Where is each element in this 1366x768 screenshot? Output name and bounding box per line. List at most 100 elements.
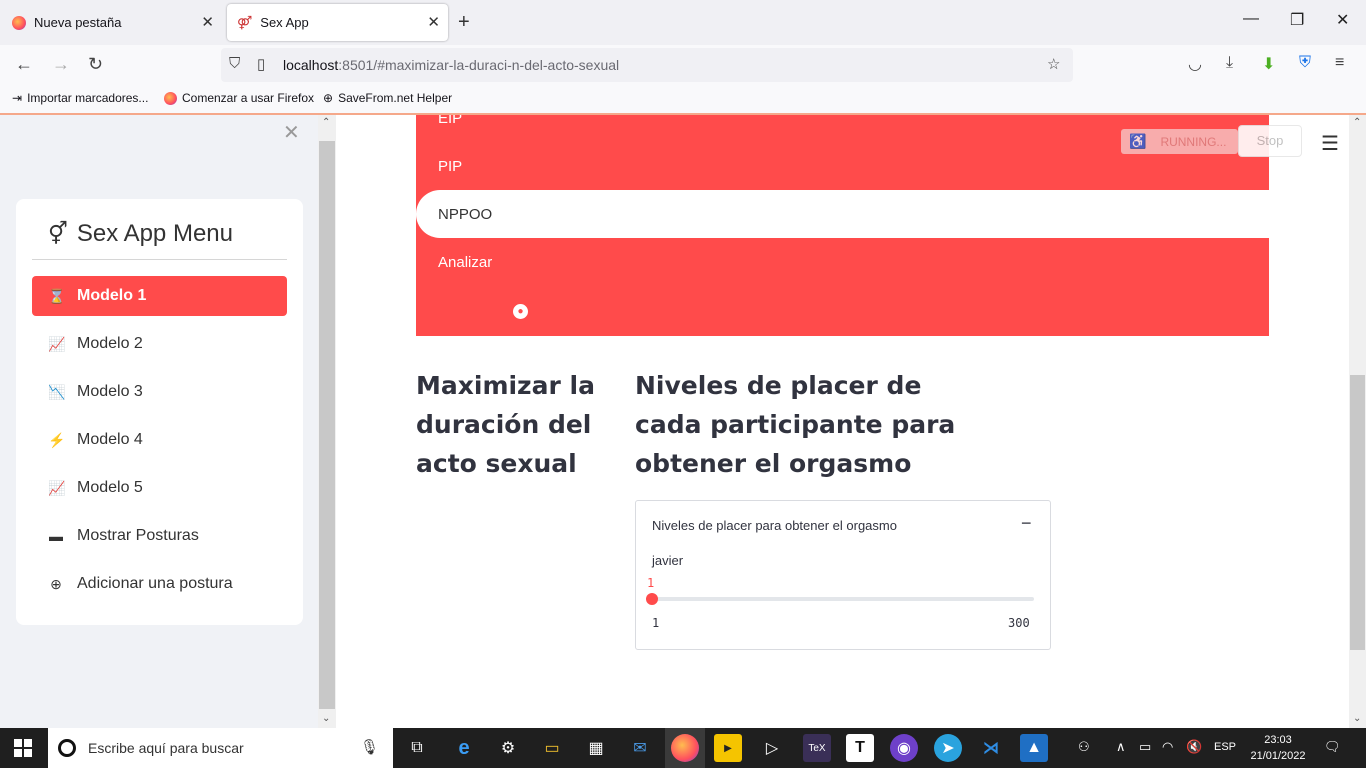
bookmark-import[interactable]: ⇥ Importar marcadores... xyxy=(12,91,148,105)
language-indicator[interactable]: ESP xyxy=(1214,741,1236,753)
hamburger-menu-icon[interactable]: ☰ xyxy=(1321,131,1339,156)
bookmark-star-icon[interactable]: ☆ xyxy=(1047,55,1060,73)
task-view-icon[interactable]: ⧉ xyxy=(403,734,431,762)
plus-circle-icon: ⊕ xyxy=(50,575,62,592)
search-placeholder: Escribe aquí para buscar xyxy=(88,740,244,756)
firefox-icon xyxy=(164,91,177,105)
taskbar-search-box[interactable]: Escribe aquí para buscar 🎙 xyxy=(48,728,393,768)
pocket-icon[interactable]: ◡ xyxy=(1188,54,1202,74)
hourglass-icon: ⌛ xyxy=(48,287,66,304)
telegram-icon[interactable]: ➤ xyxy=(934,734,962,762)
bookmark-firefox[interactable]: Comenzar a usar Firefox xyxy=(164,91,314,105)
slider-track[interactable] xyxy=(652,597,1034,601)
menu-divider xyxy=(32,259,287,260)
close-tab-icon[interactable]: ✕ xyxy=(427,13,440,31)
windows-start-icon[interactable] xyxy=(14,739,32,757)
bookmark-label: Comenzar a usar Firefox xyxy=(182,91,315,105)
github-icon[interactable]: ◉ xyxy=(890,734,918,762)
stop-button[interactable]: Stop xyxy=(1238,125,1302,157)
nav-item-pip[interactable]: PIP xyxy=(438,158,462,175)
show-hidden-icons[interactable]: ∧ xyxy=(1116,739,1126,755)
page-scrollbar[interactable]: ⌃ ⌄ xyxy=(1349,115,1366,728)
lightning-icon: ⚡ xyxy=(48,431,66,448)
forward-icon[interactable]: → xyxy=(52,54,70,75)
bookmark-label: Importar marcadores... xyxy=(27,91,149,105)
close-tab-icon[interactable]: ✕ xyxy=(201,13,214,31)
sidebar-item-modelo-5[interactable]: 📈 Modelo 5 xyxy=(32,468,287,508)
microphone-icon[interactable]: 🎙 xyxy=(360,738,379,756)
page-title: Maximizar la duración del acto sexual xyxy=(416,371,595,478)
close-window-icon[interactable]: ✕ xyxy=(1336,10,1349,30)
sidebar-item-modelo-2[interactable]: 📈 Modelo 2 xyxy=(32,324,287,364)
sidebar-scrollbar[interactable]: ⌃ ⌄ xyxy=(318,115,336,728)
gender-icon: ⚤ xyxy=(237,14,253,30)
reload-icon[interactable]: ↻ xyxy=(88,54,103,75)
volume-muted-icon[interactable]: 🔇 xyxy=(1186,739,1202,755)
vscode-icon[interactable]: ⋊ xyxy=(977,734,1005,762)
tex-app-icon[interactable]: TeX xyxy=(803,734,831,762)
bookmarks-toolbar: ⇥ Importar marcadores... Comenzar a usar… xyxy=(0,85,1366,113)
expander-title[interactable]: Niveles de placer para obtener el orgasm… xyxy=(652,518,897,533)
sidebar-item-mostrar-posturas[interactable]: ▬ Mostrar Posturas xyxy=(32,516,287,556)
notifications-icon[interactable]: 🗨 xyxy=(1324,739,1341,755)
sidebar-item-label: Modelo 4 xyxy=(77,431,143,448)
bookmark-label: SaveFrom.net Helper xyxy=(338,91,453,105)
tab-sex-app[interactable]: ⚤ Sex App ✕ xyxy=(227,4,448,41)
clock[interactable]: 23:03 21/01/2022 xyxy=(1248,732,1308,764)
media-app-icon[interactable]: ▷ xyxy=(758,734,786,762)
nav-item-eip[interactable]: EIP xyxy=(438,115,462,127)
scroll-down-icon[interactable]: ⌄ xyxy=(322,713,330,724)
sidebar-item-modelo-4[interactable]: ⚡ Modelo 4 xyxy=(32,420,287,460)
typora-icon[interactable]: T xyxy=(846,734,874,762)
tab-label: Sex App xyxy=(260,15,309,30)
scroll-up-icon[interactable]: ⌃ xyxy=(322,117,330,128)
people-icon[interactable]: ⚇ xyxy=(1078,739,1090,755)
sidebar-item-label: Modelo 3 xyxy=(77,383,143,400)
firefox-icon[interactable] xyxy=(671,734,699,762)
store-icon[interactable]: ▦ xyxy=(582,734,610,762)
bitwarden-extension-icon[interactable]: ⛨ xyxy=(1299,54,1311,72)
sidebar-item-adicionar-postura[interactable]: ⊕ Adicionar una postura xyxy=(32,564,287,604)
tab-nueva-pestana[interactable]: Nueva pestaña ✕ xyxy=(2,4,222,41)
edge-icon[interactable]: e xyxy=(450,734,478,762)
main-content: EIP PIP Analizar ● NPPOO ♿ RUNNING... St… xyxy=(336,115,1349,728)
battery-icon[interactable]: ▭ xyxy=(1139,739,1151,755)
address-bar[interactable]: ⛉ ▯ localhost:8501/#maximizar-la-duraci-… xyxy=(221,48,1073,82)
app-icon[interactable]: ⚙ xyxy=(494,734,522,762)
person-circle-icon[interactable]: ● xyxy=(513,304,528,319)
nav-item-nppoo[interactable] xyxy=(416,190,1269,238)
running-indicator: ♿ RUNNING... xyxy=(1121,129,1238,154)
savefrom-extension-icon[interactable]: ⬇ xyxy=(1262,54,1275,74)
cortana-icon xyxy=(58,739,76,757)
bookmark-savefrom[interactable]: ⊕ SaveFrom.net Helper xyxy=(323,91,452,105)
new-tab-icon[interactable]: + xyxy=(458,11,470,34)
collapse-icon[interactable]: − xyxy=(1021,513,1032,534)
page-icon[interactable]: ▯ xyxy=(257,55,265,73)
nav-item-analizar[interactable]: Analizar xyxy=(438,254,492,271)
expander: Niveles de placer para obtener el orgasm… xyxy=(635,500,1051,650)
back-icon[interactable]: ← xyxy=(15,54,33,75)
running-label: RUNNING... xyxy=(1160,134,1227,149)
sidebar-item-modelo-1[interactable]: ⌛ Modelo 1 xyxy=(32,276,287,316)
slider-thumb[interactable] xyxy=(646,593,658,605)
download-icon[interactable]: ⤓ xyxy=(1226,54,1233,72)
import-icon: ⇥ xyxy=(12,91,23,105)
file-explorer-icon[interactable]: ▭ xyxy=(538,734,566,762)
restore-icon[interactable]: ❐ xyxy=(1290,10,1304,30)
scroll-up-icon[interactable]: ⌃ xyxy=(1353,117,1361,128)
scroll-down-icon[interactable]: ⌄ xyxy=(1353,713,1361,724)
url-path: :8501/#maximizar-la-duraci-n-del-acto-se… xyxy=(338,57,620,73)
scrollbar-thumb[interactable] xyxy=(1350,375,1365,650)
sidebar-item-label: Modelo 1 xyxy=(77,287,147,304)
photos-icon[interactable]: ▲ xyxy=(1020,734,1048,762)
scrollbar-thumb[interactable] xyxy=(319,141,335,709)
player-icon[interactable]: ▶ xyxy=(714,734,742,762)
menu-icon[interactable]: ≡ xyxy=(1335,54,1344,72)
mail-icon[interactable]: ✉ xyxy=(626,734,654,762)
close-sidebar-icon[interactable]: ✕ xyxy=(283,120,300,145)
shield-icon[interactable]: ⛉ xyxy=(229,55,240,72)
wifi-icon[interactable]: ◠ xyxy=(1162,739,1173,755)
sidebar-item-modelo-3[interactable]: 📉 Modelo 3 xyxy=(32,372,287,412)
gender-icon: ⚥ xyxy=(48,221,68,246)
minimize-icon[interactable]: — xyxy=(1243,10,1259,28)
